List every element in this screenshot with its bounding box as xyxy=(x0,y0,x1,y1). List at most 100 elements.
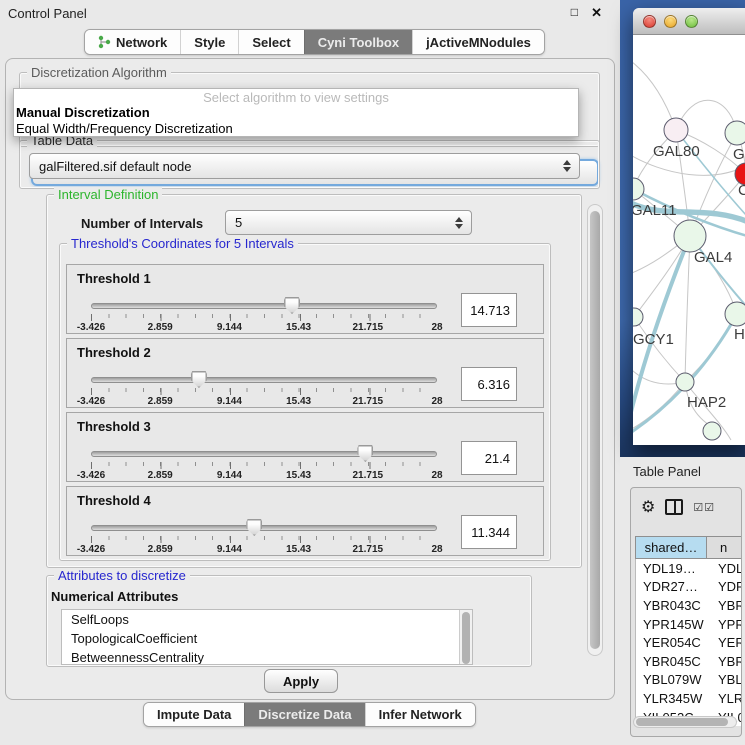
threshold-2-value-field[interactable]: 6.316 xyxy=(461,367,517,401)
slider-thumb[interactable] xyxy=(191,371,207,388)
tab-infer-network[interactable]: Infer Network xyxy=(365,703,475,726)
tick-label: 21.715 xyxy=(353,544,384,555)
table-cell[interactable]: YBR045C xyxy=(636,652,708,671)
close-icon[interactable]: ✕ xyxy=(591,5,602,21)
table-cell[interactable]: YER054C xyxy=(636,633,708,652)
threshold-3-value-field[interactable]: 21.4 xyxy=(461,441,517,475)
table-cell[interactable]: YLR3 xyxy=(708,689,742,708)
list-item[interactable]: TopologicalCoefficient xyxy=(62,629,472,648)
threshold-1-slider[interactable]: -3.426 2.859 9.144 15.43 21.715 28 xyxy=(91,299,437,331)
network-window-titlebar[interactable] xyxy=(633,8,745,35)
tab-jactivemnodules[interactable]: jActiveMNodules xyxy=(412,30,544,54)
threshold-4-value-field[interactable]: 11.344 xyxy=(461,515,517,549)
tick-label: 28 xyxy=(431,544,442,555)
table-row[interactable]: YPR145WYPR1 xyxy=(636,615,742,634)
table-cell[interactable]: YLR345W xyxy=(636,689,708,708)
algorithm-option-equal-width[interactable]: Equal Width/Frequency Discretization xyxy=(14,121,578,137)
network-node-partial-right[interactable] xyxy=(725,302,745,326)
table-row[interactable]: YBR043CYBR0 xyxy=(636,596,742,615)
threshold-1-value-field[interactable]: 14.713 xyxy=(461,293,517,327)
tick-label: 15.43 xyxy=(286,470,311,481)
node-label: GAL4 xyxy=(694,249,732,266)
network-node-partial-bottom[interactable] xyxy=(703,422,721,440)
algorithm-option-manual[interactable]: Manual Discretization xyxy=(14,105,578,121)
table-row[interactable]: YBR045CYBR0 xyxy=(636,652,742,671)
number-of-intervals-combobox[interactable]: 5 xyxy=(225,210,472,235)
discretization-algorithm-group-title: Discretization Algorithm xyxy=(27,65,171,80)
tab-select[interactable]: Select xyxy=(238,30,303,54)
table-row[interactable]: YDR27…YDR2 xyxy=(636,578,742,597)
combo-stepper-icon xyxy=(559,160,575,172)
node-label: GCY1 xyxy=(633,331,674,348)
table-cell[interactable]: YDL1 xyxy=(708,559,742,578)
network-node-gal80[interactable] xyxy=(664,118,688,142)
number-of-intervals-label: Number of Intervals xyxy=(81,216,203,231)
table-row[interactable]: YER054CYER0 xyxy=(636,633,742,652)
gear-icon[interactable]: ⚙ xyxy=(641,497,655,517)
float-window-icon[interactable]: □ xyxy=(571,5,578,19)
minimize-traffic-icon[interactable] xyxy=(664,15,677,28)
table-cell[interactable]: YDL19… xyxy=(636,559,708,578)
slider-track[interactable] xyxy=(91,451,437,457)
network-node-gcy1[interactable] xyxy=(633,308,643,326)
network-view-window[interactable]: GAL80 G C GAL11 GAL4 GCY1 H HAP2 xyxy=(633,8,745,445)
table-cell[interactable]: YDR2 xyxy=(708,578,742,597)
list-item[interactable]: BetweennessCentrality xyxy=(62,648,472,665)
slider-tick-labels: -3.426 2.859 9.144 15.43 21.715 28 xyxy=(91,544,437,555)
table-cell[interactable]: YER0 xyxy=(708,633,742,652)
slider-thumb[interactable] xyxy=(284,297,300,314)
table-cell[interactable]: YPR1 xyxy=(708,615,742,634)
interval-definition-group: Interval Definition Number of Intervals … xyxy=(46,194,582,568)
table-body: YDL19…YDL1 YDR27…YDR2 YBR043CYBR0 YPR145… xyxy=(635,559,742,726)
table-cell[interactable]: YBR0 xyxy=(708,596,742,615)
table-cell[interactable]: YDR27… xyxy=(636,578,708,597)
tick-label: 2.859 xyxy=(148,396,173,407)
table-cell[interactable]: YBL0 xyxy=(708,671,742,690)
split-view-icon[interactable] xyxy=(665,499,683,515)
tab-discretize-data-label: Discretize Data xyxy=(258,707,351,722)
table-row[interactable]: YLR345WYLR3 xyxy=(636,689,742,708)
settings-vertical-scrollbar[interactable] xyxy=(587,204,603,656)
close-traffic-icon[interactable] xyxy=(643,15,656,28)
tab-cyni-toolbox[interactable]: Cyni Toolbox xyxy=(304,30,412,54)
zoom-traffic-icon[interactable] xyxy=(685,15,698,28)
threshold-4-slider[interactable]: -3.426 2.859 9.144 15.43 21.715 28 xyxy=(91,521,437,553)
select-columns-icon[interactable]: ☑☑ xyxy=(693,501,715,514)
slider-thumb[interactable] xyxy=(357,445,373,462)
table-row[interactable]: YDL19…YDL1 xyxy=(636,559,742,578)
threshold-3-slider[interactable]: -3.426 2.859 9.144 15.43 21.715 28 xyxy=(91,447,437,479)
numerical-attributes-label: Numerical Attributes xyxy=(51,589,178,604)
tab-style[interactable]: Style xyxy=(180,30,238,54)
table-cell[interactable]: YBR0 xyxy=(708,652,742,671)
node-label: GAL11 xyxy=(633,202,677,219)
table-data-combobox[interactable]: galFiltered.sif default node xyxy=(29,153,580,179)
threshold-2-slider[interactable]: -3.426 2.859 9.144 15.43 21.715 28 xyxy=(91,373,437,405)
slider-track[interactable] xyxy=(91,303,437,309)
attributes-group: Attributes to discretize Numerical Attri… xyxy=(46,575,532,667)
tick-label: 28 xyxy=(431,322,442,333)
table-horizontal-scrollbar[interactable] xyxy=(633,716,737,728)
control-panel: Control Panel □ ✕ Network Style Select C… xyxy=(0,0,620,745)
table-cell[interactable]: YBR043C xyxy=(636,596,708,615)
network-node-hap2[interactable] xyxy=(676,373,694,391)
apply-button[interactable]: Apply xyxy=(264,669,338,693)
tick-label: -3.426 xyxy=(77,322,105,333)
table-row[interactable]: YBL079WYBL0 xyxy=(636,671,742,690)
tab-jactivemnodules-label: jActiveMNodules xyxy=(426,35,531,50)
list-item[interactable]: SelfLoops xyxy=(62,610,472,629)
network-node-partial-top[interactable] xyxy=(725,121,745,145)
table-cell[interactable]: YPR145W xyxy=(636,615,708,634)
tab-network[interactable]: Network xyxy=(85,30,180,54)
tab-impute-data[interactable]: Impute Data xyxy=(144,703,244,726)
attributes-list-scrollbar[interactable] xyxy=(459,610,472,664)
network-canvas[interactable]: GAL80 G C GAL11 GAL4 GCY1 H HAP2 xyxy=(633,35,745,445)
network-node-gal4[interactable] xyxy=(674,220,706,252)
column-header-name[interactable]: n xyxy=(707,536,742,559)
slider-track[interactable] xyxy=(91,525,437,531)
slider-thumb[interactable] xyxy=(246,519,262,536)
tab-discretize-data[interactable]: Discretize Data xyxy=(244,703,364,726)
slider-track[interactable] xyxy=(91,377,437,383)
table-cell[interactable]: YBL079W xyxy=(636,671,708,690)
numerical-attributes-list[interactable]: SelfLoops TopologicalCoefficient Between… xyxy=(61,609,473,665)
column-header-shared[interactable]: shared… xyxy=(635,536,707,559)
